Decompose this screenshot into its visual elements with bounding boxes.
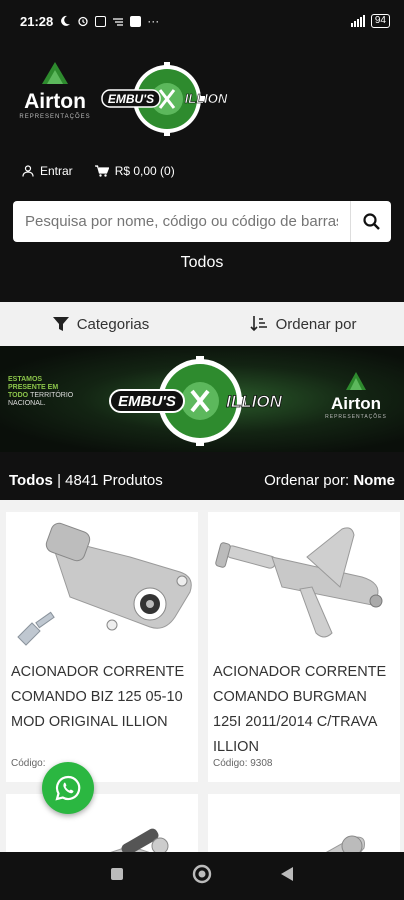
cart-total: R$ 0,00 (0) — [114, 164, 175, 178]
system-nav-bar — [0, 852, 404, 900]
banner-embus-text: EMBU'S — [118, 393, 176, 410]
banner-airton-text: Airton — [331, 394, 381, 413]
sort-value: Nome — [353, 471, 395, 489]
embus-logo-text: EMBU'S — [108, 92, 154, 106]
airton-logo-sub: REPRESENTAÇÕES — [19, 113, 90, 120]
login-label: Entrar — [40, 164, 73, 178]
product-code: Código: — [11, 758, 46, 769]
product-name[interactable]: ACIONADOR CORRENTE COMANDO BURGMAN 125i … — [208, 656, 400, 758]
alarm-icon — [78, 16, 88, 27]
battery-indicator: 94 — [370, 14, 390, 28]
sort-icon — [249, 316, 267, 332]
banner-slogan: ESTAMOS PRESENTE EM TODO TERRITÓRIO NACI… — [8, 376, 74, 407]
more-dots-icon: ··· — [147, 14, 160, 28]
circle-icon — [192, 864, 212, 883]
illion-logo-text: ILLION — [185, 91, 228, 106]
search-bar — [13, 201, 391, 242]
product-card[interactable]: ACIONADOR CORRENTE COMANDO BURGMAN 125i … — [208, 512, 400, 782]
all-categories-link[interactable]: Todos — [0, 254, 404, 272]
cart-link[interactable]: R$ 0,00 (0) — [94, 164, 175, 178]
account-bar: Entrar R$ 0,00 (0) — [22, 164, 175, 178]
moon-icon — [61, 15, 71, 26]
search-icon — [362, 213, 380, 230]
banner-illion-text: ILLION — [226, 392, 282, 411]
chain-tensioner-image — [16, 522, 192, 646]
product-card[interactable]: ACIONADOR CORRENTE COMANDO BIZ 125 05-10… — [6, 512, 198, 782]
back-button[interactable] — [280, 866, 294, 887]
sort-summary[interactable]: Ordenar por: Nome — [264, 472, 395, 489]
search-button[interactable] — [351, 201, 391, 242]
product-count: | 4841 Produtos — [57, 471, 163, 489]
filter-icon — [52, 317, 69, 331]
result-summary: Todos | 4841 Produtos — [9, 472, 163, 489]
filter-bar: Categorias Ordenar por — [0, 302, 404, 346]
banner-airton-logo: Airton REPRESENTAÇÕES — [325, 372, 387, 420]
product-image — [208, 794, 400, 852]
product-image — [208, 512, 400, 656]
categories-button[interactable]: Categorias — [0, 316, 202, 333]
status-bar: 21:28 ··· 94 — [0, 0, 404, 42]
cast-icon — [113, 18, 124, 26]
sort-prefix: Ordenar por: — [264, 471, 350, 489]
product-image — [6, 794, 198, 852]
product-image — [6, 512, 198, 656]
whatsapp-button[interactable] — [42, 762, 94, 814]
whatsapp-icon — [55, 775, 81, 801]
sort-button[interactable]: Ordenar por — [202, 316, 404, 333]
signal-icon — [350, 15, 365, 27]
search-input[interactable] — [13, 201, 351, 242]
chain-tensioner-image — [214, 526, 382, 637]
airton-logo[interactable]: Airton REPRESENTAÇÕES — [14, 60, 96, 130]
recent-apps-button[interactable] — [110, 867, 124, 886]
airton-logo-text: Airton — [24, 90, 86, 113]
product-code: Código: 9308 — [213, 758, 273, 769]
promo-banner[interactable]: ESTAMOS PRESENTE EM TODO TERRITÓRIO NACI… — [0, 346, 404, 452]
status-icons: ··· — [59, 14, 159, 28]
app-s-icon — [130, 15, 142, 27]
product-list-header: Todos | 4841 Produtos Ordenar por: Nome — [0, 460, 404, 500]
square-icon — [111, 867, 123, 880]
site-header: Airton REPRESENTAÇÕES EMBU'S ILLION Entr… — [0, 42, 404, 302]
product-card[interactable] — [6, 794, 198, 852]
notes-icon — [95, 15, 107, 27]
embus-illion-logo[interactable]: EMBU'S ILLION — [100, 62, 235, 136]
back-triangle-icon — [281, 866, 293, 881]
product-name[interactable]: ACIONADOR CORRENTE COMANDO BIZ 125 05-10… — [6, 656, 198, 758]
product-card[interactable] — [208, 794, 400, 852]
categories-label: Categorias — [76, 315, 150, 333]
banner-embus-logo: EMBU'S ILLION — [109, 356, 283, 446]
chain-tensioner-image — [109, 828, 168, 852]
cart-icon — [94, 165, 109, 177]
banner-airton-sub: REPRESENTAÇÕES — [325, 413, 387, 420]
current-category: Todos — [9, 471, 53, 489]
user-icon — [22, 165, 34, 177]
home-button[interactable] — [192, 864, 212, 889]
sort-label: Ordenar por — [275, 315, 357, 333]
login-link[interactable]: Entrar — [22, 164, 73, 178]
chain-tensioner-image — [325, 835, 365, 852]
status-time: 21:28 — [20, 13, 54, 29]
